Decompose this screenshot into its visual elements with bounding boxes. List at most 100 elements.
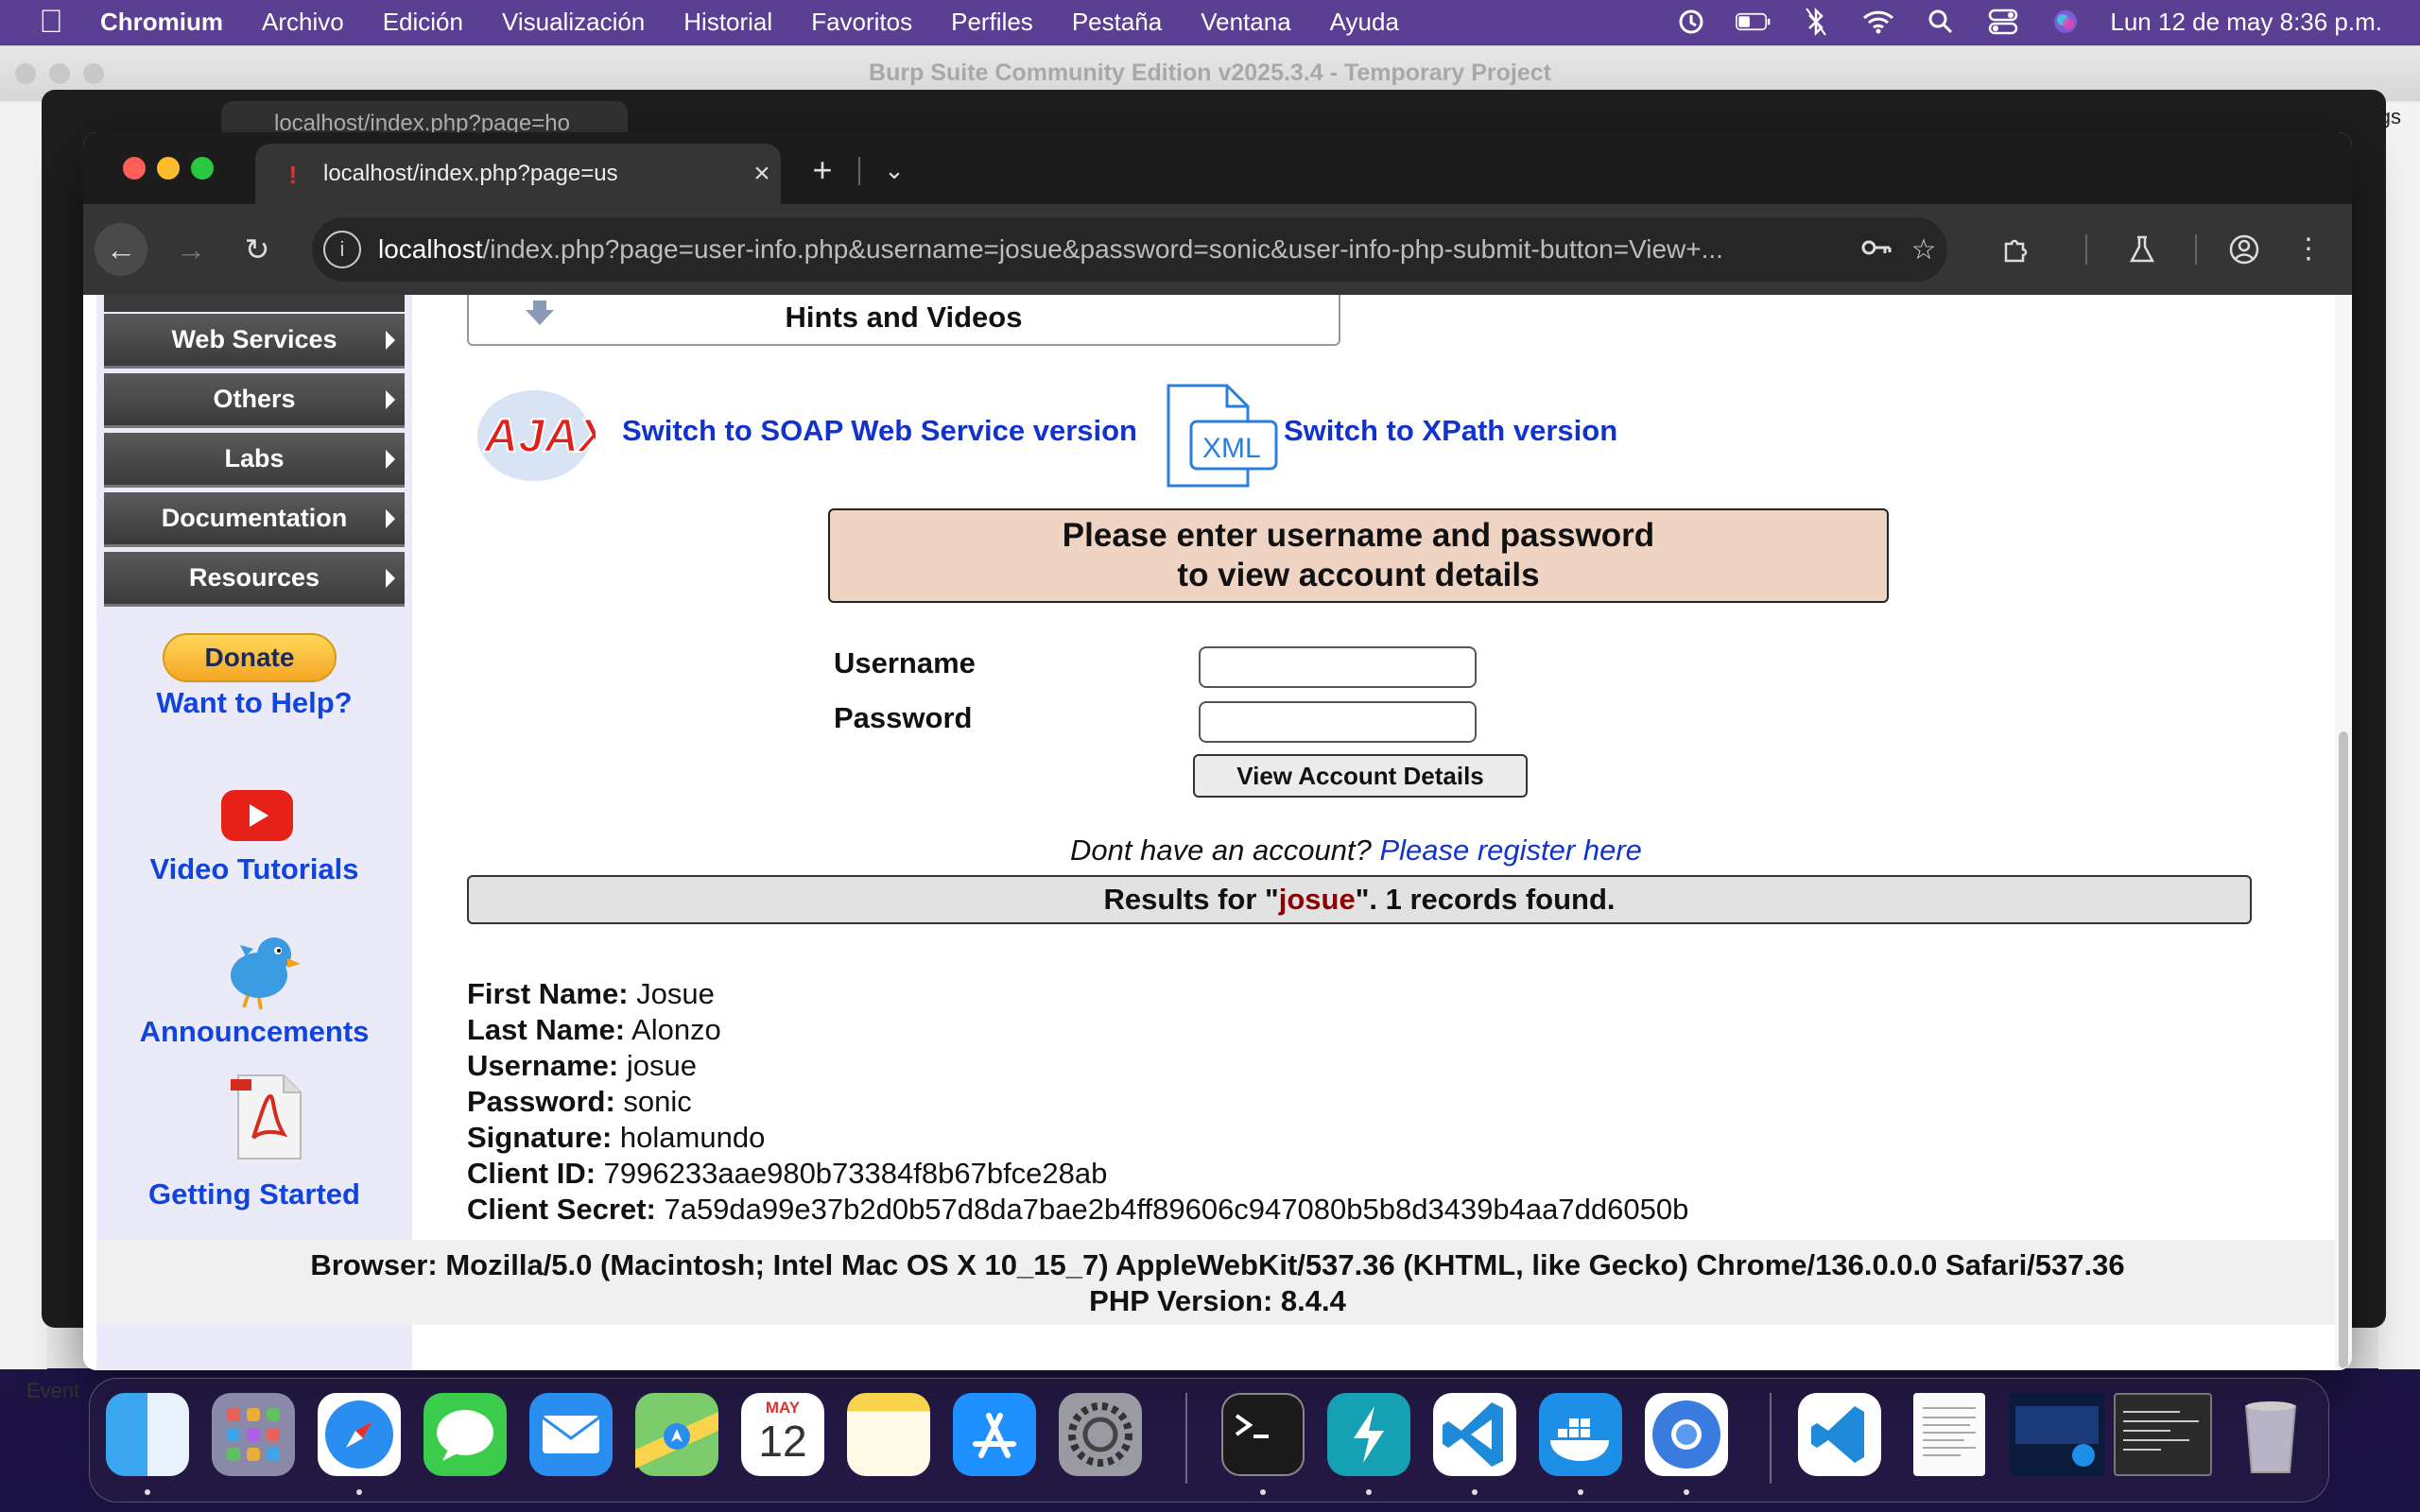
burp-window-controls: [15, 63, 104, 84]
browser-menu-kebab-icon[interactable]: ⋮: [2282, 223, 2335, 276]
address-bar[interactable]: i localhost/index.php?page=user-info.php…: [312, 217, 1947, 282]
toolbar-separator: [2085, 234, 2087, 265]
record-value: 7a59da99e37b2d0b57d8da7bae2b4ff89606c947…: [655, 1193, 1689, 1226]
submenu-arrow-icon: [386, 331, 395, 350]
twitter-bird-icon[interactable]: [219, 926, 306, 1013]
menu-ayuda[interactable]: Ayuda: [1330, 8, 1399, 37]
donate-button[interactable]: Donate: [163, 633, 337, 682]
record-value: holamundo: [612, 1121, 766, 1154]
view-account-details-button[interactable]: View Account Details: [1193, 754, 1528, 798]
menu-bar-clock[interactable]: Lun 12 de may 8:36 p.m.: [2110, 8, 2382, 37]
window-thumbnail-icon[interactable]: [2114, 1393, 2212, 1476]
finder-icon[interactable]: [106, 1393, 189, 1476]
xml-icon-label: XML: [1202, 433, 1261, 464]
new-tab-icon[interactable]: +: [802, 149, 843, 191]
reload-icon[interactable]: ↻: [231, 223, 284, 276]
chromium-icon[interactable]: [1645, 1393, 1728, 1476]
soap-web-service-link[interactable]: Switch to SOAP Web Service version: [622, 414, 1137, 448]
menu-pestana[interactable]: Pestaña: [1072, 8, 1162, 37]
launchpad-icon[interactable]: [212, 1393, 295, 1476]
hints-and-videos-toggle[interactable]: Hints and Videos: [467, 295, 1340, 346]
battery-icon[interactable]: [1736, 8, 1772, 36]
vscode-icon[interactable]: [1433, 1393, 1516, 1476]
xml-document-icon[interactable]: XML: [1163, 382, 1280, 490]
menu-documentation[interactable]: Documentation: [104, 492, 405, 547]
menu-app-name[interactable]: Chromium: [100, 8, 223, 37]
want-to-help-link[interactable]: Want to Help?: [96, 686, 412, 720]
terminal-icon[interactable]: [1221, 1393, 1305, 1476]
ajax-logo-icon[interactable]: AJAX: [473, 384, 614, 488]
menu-archivo[interactable]: Archivo: [262, 8, 344, 37]
safari-icon[interactable]: [318, 1393, 401, 1476]
pdf-document-icon[interactable]: [229, 1072, 310, 1162]
vscode-document-icon[interactable]: [1798, 1393, 1881, 1476]
footer-browser-info: Browser: Mozilla/5.0 (Macintosh; Intel M…: [310, 1248, 2125, 1281]
window-zoom-button[interactable]: [191, 157, 214, 180]
calendar-month: MAY: [765, 1399, 801, 1417]
getting-started-link[interactable]: Getting Started: [96, 1177, 412, 1211]
bookmark-star-icon[interactable]: ☆: [1900, 233, 1947, 266]
record-last-name: Last Name: Alonzo: [467, 1013, 721, 1047]
mail-icon[interactable]: [529, 1393, 613, 1476]
apple-menu-icon[interactable]: : [34, 5, 68, 39]
maps-icon[interactable]: [635, 1393, 718, 1476]
password-key-icon[interactable]: [1853, 233, 1900, 266]
burp-minimize-button[interactable]: [49, 63, 70, 84]
system-settings-icon[interactable]: [1059, 1393, 1142, 1476]
record-first-name: First Name: Josue: [467, 977, 715, 1011]
trash-icon[interactable]: [2229, 1393, 2312, 1476]
notes-icon[interactable]: [847, 1393, 930, 1476]
siri-icon[interactable]: [2048, 8, 2083, 36]
tab-search-chevron-icon[interactable]: ⌄: [875, 149, 913, 191]
burp-zoom-button[interactable]: [83, 63, 104, 84]
register-link[interactable]: Please register here: [1379, 833, 1641, 867]
bluetooth-icon[interactable]: [1798, 7, 1834, 37]
burp-close-button[interactable]: [15, 63, 36, 84]
control-center-icon[interactable]: [1985, 8, 2021, 36]
window-minimize-button[interactable]: [157, 157, 180, 180]
window-close-button[interactable]: [123, 157, 146, 180]
password-input[interactable]: [1199, 701, 1477, 743]
youtube-play-icon[interactable]: [221, 790, 293, 841]
menu-edicion[interactable]: Edición: [383, 8, 463, 37]
screenshot-thumbnail-icon[interactable]: [2010, 1393, 2104, 1476]
back-arrow-icon[interactable]: ←: [95, 223, 147, 276]
extensions-puzzle-icon[interactable]: [1989, 223, 2042, 276]
document-thumbnail-icon[interactable]: [1913, 1393, 1985, 1476]
spotlight-search-icon[interactable]: [1923, 8, 1959, 36]
menu-historial[interactable]: Historial: [683, 8, 772, 37]
site-info-icon[interactable]: i: [323, 231, 361, 268]
menu-resources[interactable]: Resources: [104, 552, 405, 607]
burp-event-log-tab[interactable]: Event: [26, 1379, 79, 1403]
time-machine-icon[interactable]: [1673, 8, 1709, 36]
browser-tab-active[interactable]: ! localhost/index.php?page=us ×: [255, 144, 781, 204]
announcements-link[interactable]: Announcements: [96, 1015, 412, 1049]
xpath-version-link[interactable]: Switch to XPath version: [1284, 414, 1617, 448]
tab-separator: [858, 157, 860, 185]
scrollbar-thumb[interactable]: [2339, 731, 2348, 1368]
docker-icon[interactable]: [1539, 1393, 1622, 1476]
site-favicon-icon: !: [288, 161, 298, 189]
wifi-icon[interactable]: [1860, 8, 1896, 36]
app-store-icon[interactable]: [953, 1393, 1036, 1476]
messages-icon[interactable]: [424, 1393, 507, 1476]
address-url[interactable]: localhost/index.php?page=user-info.php&u…: [378, 234, 1853, 265]
username-input[interactable]: [1199, 646, 1477, 688]
menu-others-label: Others: [213, 385, 296, 413]
menu-web-services[interactable]: Web Services: [104, 314, 405, 369]
profile-avatar-icon[interactable]: [2218, 223, 2271, 276]
tab-close-icon[interactable]: ×: [743, 158, 781, 190]
forward-arrow-icon[interactable]: →: [164, 223, 217, 276]
menu-labs[interactable]: Labs: [104, 433, 405, 488]
page-viewport: Web Services Others Labs Documentation R…: [83, 295, 2352, 1370]
menu-favoritos[interactable]: Favoritos: [811, 8, 912, 37]
calendar-icon[interactable]: MAY 12: [741, 1393, 824, 1476]
menu-ventana[interactable]: Ventana: [1201, 8, 1290, 37]
labs-flask-icon[interactable]: [2116, 223, 2169, 276]
menu-others[interactable]: Others: [104, 373, 405, 428]
video-tutorials-link[interactable]: Video Tutorials: [96, 852, 412, 886]
menu-visualizacion[interactable]: Visualización: [502, 8, 645, 37]
menu-perfiles[interactable]: Perfiles: [951, 8, 1033, 37]
results-prefix: Results for ": [1103, 883, 1279, 916]
burp-icon[interactable]: [1327, 1393, 1410, 1476]
